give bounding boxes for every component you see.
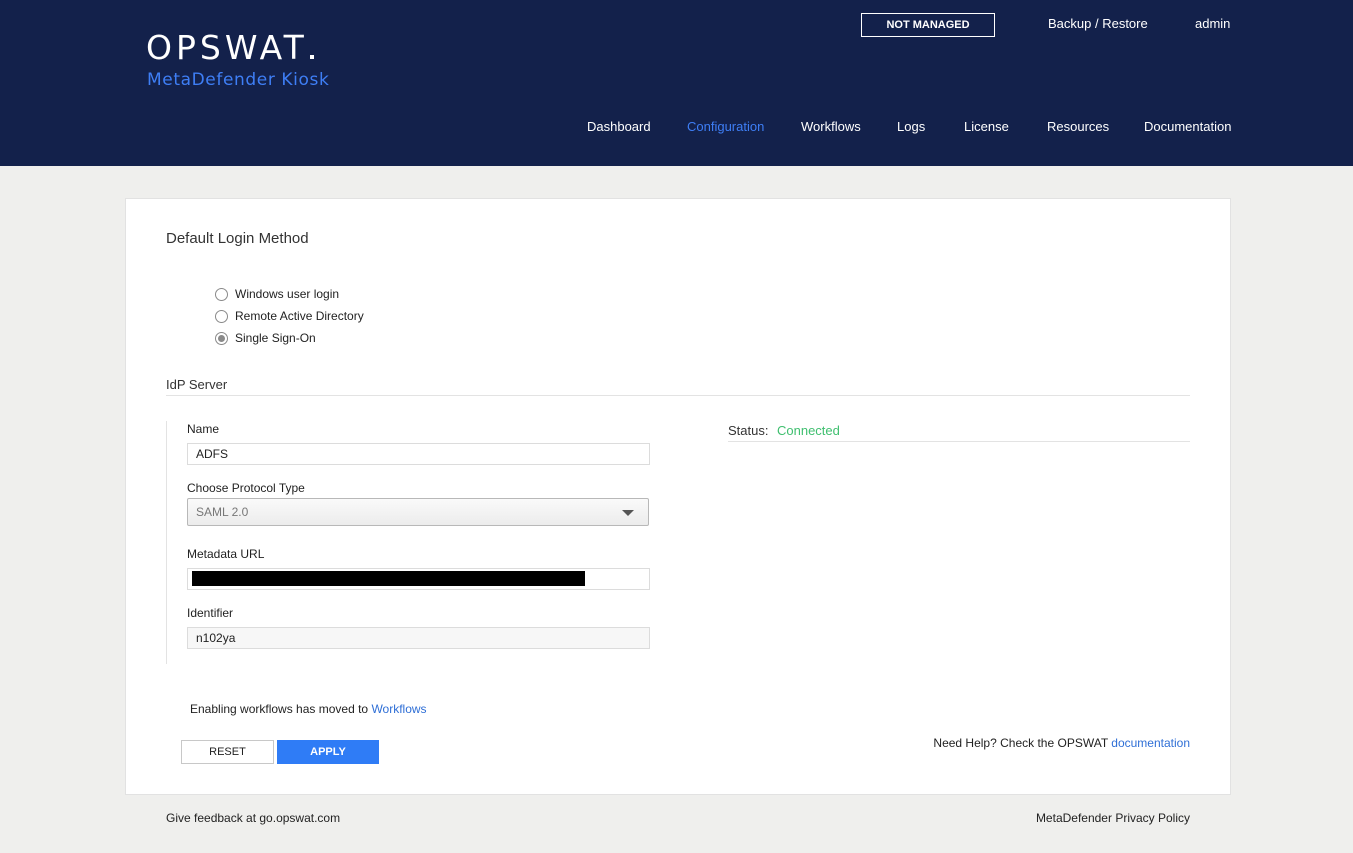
protocol-select[interactable]: SAML 2.0: [187, 498, 649, 526]
redacted-value: [192, 571, 585, 586]
nav-license[interactable]: License: [964, 119, 1009, 134]
opswat-logo[interactable]: OPSWAT: [146, 28, 314, 67]
notice-text: Enabling workflows has moved to: [190, 702, 372, 716]
workflows-link[interactable]: Workflows: [371, 702, 426, 716]
management-status-badge[interactable]: NOT MANAGED: [861, 13, 995, 37]
radio-label: Single Sign-On: [235, 331, 316, 345]
nav-configuration[interactable]: Configuration: [687, 119, 764, 134]
apply-button[interactable]: APPLY: [277, 740, 379, 764]
status-divider: [728, 441, 1190, 442]
nav-logs[interactable]: Logs: [897, 119, 925, 134]
metadata-url-label: Metadata URL: [187, 547, 265, 561]
form-left-border: [166, 421, 167, 664]
reset-button[interactable]: RESET: [181, 740, 274, 764]
idp-section-title: IdP Server: [166, 377, 228, 392]
backup-restore-link[interactable]: Backup / Restore: [1048, 16, 1148, 31]
radio-remote-ad[interactable]: Remote Active Directory: [215, 309, 364, 323]
privacy-policy-link[interactable]: MetaDefender Privacy Policy: [1036, 811, 1190, 825]
name-input[interactable]: ADFS: [187, 443, 650, 465]
metadata-url-input[interactable]: [187, 568, 650, 590]
radio-label: Windows user login: [235, 287, 340, 301]
help-text: Need Help? Check the OPSWAT documentatio…: [933, 736, 1190, 750]
section-divider: [166, 395, 1190, 396]
workflows-notice: Enabling workflows has moved to Workflow…: [190, 702, 427, 716]
status-value: Connected: [777, 423, 840, 438]
product-name: MetaDefender Kiosk: [147, 70, 330, 90]
section-title: Default Login Method: [166, 230, 309, 247]
nav-workflows[interactable]: Workflows: [801, 119, 861, 134]
nav-documentation[interactable]: Documentation: [1144, 119, 1231, 134]
radio-label: Remote Active Directory: [235, 309, 364, 323]
identifier-label: Identifier: [187, 606, 234, 620]
nav-resources[interactable]: Resources: [1047, 119, 1109, 134]
protocol-selected-value: SAML 2.0: [196, 505, 249, 519]
configuration-card: Default Login Method Windows user login …: [125, 198, 1231, 795]
protocol-label: Choose Protocol Type: [187, 481, 305, 495]
radio-windows-login[interactable]: Windows user login: [215, 287, 339, 301]
radio-icon[interactable]: [215, 309, 228, 323]
chevron-down-icon: [622, 510, 634, 516]
radio-icon[interactable]: [215, 287, 228, 301]
radio-checked-icon[interactable]: [215, 331, 228, 345]
top-header: OPSWAT MetaDefender Kiosk NOT MANAGED Ba…: [0, 0, 1353, 166]
nav-dashboard[interactable]: Dashboard: [587, 119, 651, 134]
name-label: Name: [187, 422, 220, 436]
documentation-link[interactable]: documentation: [1111, 736, 1190, 750]
feedback-link[interactable]: Give feedback at go.opswat.com: [166, 811, 340, 825]
help-prefix: Need Help? Check the OPSWAT: [933, 736, 1112, 750]
user-menu[interactable]: admin: [1195, 16, 1230, 31]
radio-single-sign-on[interactable]: Single Sign-On: [215, 331, 316, 345]
identifier-input[interactable]: n102ya: [187, 627, 650, 649]
status-label: Status:: [728, 423, 769, 438]
